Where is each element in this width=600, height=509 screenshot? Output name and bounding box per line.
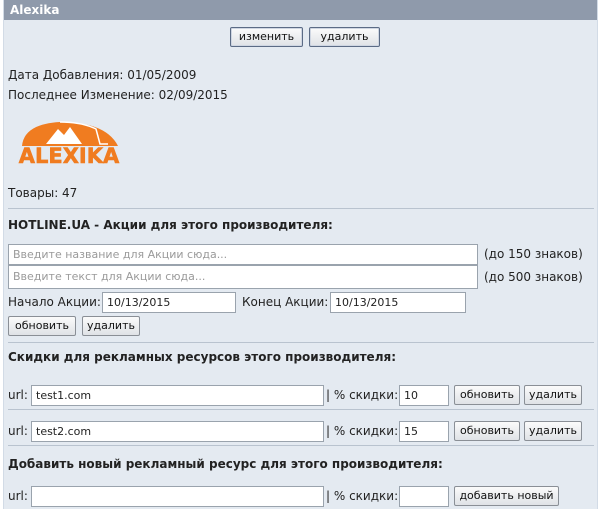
products-count: Товары: 47: [8, 186, 78, 200]
divider: [8, 342, 594, 343]
promo-end-date-input[interactable]: 10/13/2015: [330, 292, 466, 313]
date-added: Дата Добавления: 01/05/2009: [8, 68, 197, 82]
divider: [8, 208, 594, 209]
add-new-button[interactable]: добавить новый: [454, 486, 559, 506]
discount-update-button[interactable]: обновить: [454, 385, 520, 405]
divider: [8, 445, 594, 446]
promo-delete-button[interactable]: удалить: [82, 316, 140, 336]
promo-name-input[interactable]: Введите название для Акции сюда...: [8, 244, 478, 265]
discount-url-label: url:: [8, 424, 28, 438]
window-title: Alexika: [4, 0, 597, 20]
discount-percent-label: | % скидки:: [326, 424, 399, 438]
promo-start-label: Начало Акции:: [8, 295, 101, 309]
discount-url-input[interactable]: test1.com: [31, 385, 324, 406]
last-modified: Последнее Изменение: 02/09/2015: [8, 88, 228, 102]
divider: [8, 409, 594, 410]
new-resource-heading: Добавить новый рекламный ресурс для этог…: [8, 457, 443, 471]
edit-button[interactable]: изменить: [230, 27, 303, 47]
discount-url-label: url:: [8, 388, 28, 402]
new-discount-label: | % скидки:: [326, 489, 399, 503]
manufacturer-panel: Alexika изменить удалить Дата Добавления…: [3, 0, 598, 509]
new-discount-input[interactable]: [399, 486, 449, 507]
promo-text-limit: (до 500 знаков): [484, 270, 583, 284]
discount-update-button[interactable]: обновить: [454, 421, 520, 441]
discount-percent-input[interactable]: 15: [399, 421, 449, 442]
discount-percent-label: | % скидки:: [326, 388, 399, 402]
promo-start-date-input[interactable]: 10/13/2015: [102, 292, 236, 313]
discount-percent-input[interactable]: 10: [399, 385, 449, 406]
promo-end-label: Конец Акции:: [242, 295, 329, 309]
new-url-label: url:: [8, 489, 28, 503]
delete-button[interactable]: удалить: [309, 27, 380, 47]
promo-name-limit: (до 150 знаков): [484, 247, 583, 261]
discounts-heading: Скидки для рекламных ресурсов этого прои…: [8, 350, 396, 364]
promo-heading: HOTLINE.UA - Акции для этого производите…: [8, 218, 333, 232]
promo-text-input[interactable]: Введите текст для Акции сюда...: [8, 265, 478, 289]
discount-delete-button[interactable]: удалить: [524, 385, 582, 405]
logo-wordmark: ALEXIKA: [19, 144, 120, 168]
new-url-input[interactable]: [31, 486, 324, 507]
discount-url-input[interactable]: test2.com: [31, 421, 324, 442]
discount-delete-button[interactable]: удалить: [524, 421, 582, 441]
promo-update-button[interactable]: обновить: [8, 316, 76, 336]
brand-logo: ALEXIKA: [8, 118, 130, 168]
